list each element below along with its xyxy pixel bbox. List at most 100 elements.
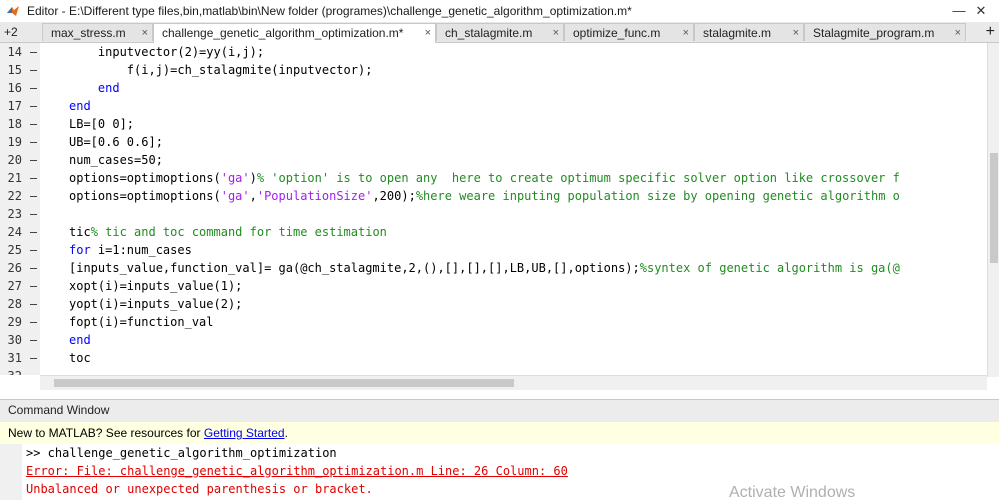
line-number: 32 <box>0 367 22 375</box>
scroll-thumb[interactable] <box>990 153 998 263</box>
tab-label: ch_stalagmite.m <box>445 26 533 40</box>
breakpoint-marker[interactable] <box>30 304 37 305</box>
code-kw: end <box>69 333 91 347</box>
breakpoint-marker[interactable] <box>30 88 37 89</box>
code-line[interactable]: 15 f(i,j)=ch_stalagmite(inputvector); <box>0 61 987 79</box>
code-line[interactable]: 16 end <box>0 79 987 97</box>
breakpoint-marker[interactable] <box>30 358 37 359</box>
code-editor[interactable]: 14 inputvector(2)=yy(i,j); 15 f(i,j)=ch_s… <box>0 43 987 375</box>
line-number: 18 <box>7 117 22 131</box>
code-mid: i=1:num_cases <box>90 243 192 257</box>
code-line[interactable]: 20 num_cases=50; <box>0 151 987 169</box>
tab-ch-stalagmite[interactable]: ch_stalagmite.m × <box>436 23 564 41</box>
info-message: New to MATLAB? See resources for Getting… <box>8 426 288 440</box>
close-tab-icon[interactable]: × <box>553 24 559 42</box>
code-text: for i=1:num_cases <box>69 241 192 259</box>
breakpoint-marker[interactable] <box>30 70 37 71</box>
line-number: 14 <box>7 45 22 59</box>
line-number: 24 <box>7 225 22 239</box>
tab-label: stalagmite.m <box>703 26 772 40</box>
code-mid: , <box>249 189 257 203</box>
code-text: LB=[0 0]; <box>69 115 134 133</box>
title-bar: Editor - E:\Different type files,bin,mat… <box>0 0 999 23</box>
minimize-button[interactable]: — <box>951 3 967 19</box>
code-kw: end <box>97 81 120 95</box>
editor-vertical-scrollbar[interactable] <box>987 43 999 377</box>
command-prompt-line: >> challenge_genetic_algorithm_optimizat… <box>26 446 337 460</box>
breakpoint-marker[interactable] <box>30 340 37 341</box>
info-text: New to MATLAB? See resources for <box>8 426 204 440</box>
breakpoint-marker[interactable] <box>30 124 37 125</box>
code-line[interactable]: 32 <box>0 367 987 375</box>
breakpoint-marker[interactable] <box>30 196 37 197</box>
line-number: 22 <box>7 189 22 203</box>
code-pre <box>69 81 98 95</box>
tab-label: optimize_func.m <box>573 26 661 40</box>
breakpoint-marker[interactable] <box>30 178 37 179</box>
breakpoint-marker[interactable] <box>30 52 37 53</box>
tab-max-stress[interactable]: max_stress.m × <box>42 23 153 41</box>
code-cmt: % tic and toc command for time estimatio… <box>90 225 387 239</box>
line-number: 26 <box>7 261 22 275</box>
close-tab-icon[interactable]: × <box>793 24 799 42</box>
code-str: 'ga' <box>220 189 250 203</box>
code-line[interactable]: 25 for i=1:num_cases <box>0 241 987 259</box>
line-number: 20 <box>7 153 22 167</box>
code-line[interactable]: 19 UB=[0.6 0.6]; <box>0 133 987 151</box>
overflow-tabs-button[interactable]: +2 <box>4 25 18 39</box>
tab-stalagmite-program[interactable]: Stalagmite_program.m × <box>804 23 966 41</box>
code-pre: tic <box>69 225 91 239</box>
breakpoint-marker[interactable] <box>30 214 37 215</box>
code-text: [inputs_value,function_val]= ga(@ch_stal… <box>69 259 900 277</box>
error-message-line: Unbalanced or unexpected parenthesis or … <box>26 482 373 496</box>
close-tab-icon[interactable]: × <box>955 24 961 42</box>
close-tab-icon[interactable]: × <box>683 24 689 42</box>
tab-optimize-func[interactable]: optimize_func.m × <box>564 23 694 41</box>
close-tab-icon[interactable]: × <box>425 24 431 42</box>
code-line[interactable]: 14 inputvector(2)=yy(i,j); <box>0 43 987 61</box>
code-cmt: % 'option' is to open any here to create… <box>256 171 900 185</box>
getting-started-link[interactable]: Getting Started <box>204 426 285 440</box>
breakpoint-marker[interactable] <box>30 322 37 323</box>
code-line[interactable]: 26 [inputs_value,function_val]= ga(@ch_st… <box>0 259 987 277</box>
breakpoint-marker[interactable] <box>30 268 37 269</box>
editor-horizontal-scrollbar[interactable] <box>40 375 987 390</box>
code-line[interactable]: 27 xopt(i)=inputs_value(1); <box>0 277 987 295</box>
code-line[interactable]: 18 LB=[0 0]; <box>0 115 987 133</box>
code-mid: ) <box>249 171 257 185</box>
code-line[interactable]: 22 options=optimoptions('ga','PopulationS… <box>0 187 987 205</box>
close-window-button[interactable]: ✕ <box>973 3 989 19</box>
info-end: . <box>284 426 288 440</box>
code-text: UB=[0.6 0.6]; <box>69 133 163 151</box>
code-line[interactable]: 21 options=optimoptions('ga')% 'option' i… <box>0 169 987 187</box>
code-line[interactable]: 29 fopt(i)=function_val <box>0 313 987 331</box>
line-number: 30 <box>7 333 22 347</box>
code-str2: 'PopulationSize' <box>256 189 373 203</box>
code-kw: end <box>69 99 91 113</box>
code-str: 'ga' <box>220 171 250 185</box>
code-line[interactable]: 31 toc <box>0 349 987 367</box>
code-line[interactable]: 24 tic% tic and toc command for time esti… <box>0 223 987 241</box>
tab-stalagmite[interactable]: stalagmite.m × <box>694 23 804 41</box>
breakpoint-marker[interactable] <box>30 142 37 143</box>
breakpoint-marker[interactable] <box>30 232 37 233</box>
line-number: 27 <box>7 279 22 293</box>
code-line[interactable]: 28 yopt(i)=inputs_value(2); <box>0 295 987 313</box>
code-text: end <box>69 97 91 115</box>
scroll-thumb[interactable] <box>54 379 514 387</box>
breakpoint-marker[interactable] <box>30 106 37 107</box>
breakpoint-marker[interactable] <box>30 286 37 287</box>
code-line[interactable]: 30 end <box>0 331 987 349</box>
tab-challenge-genetic-algorithm[interactable]: challenge_genetic_algorithm_optimization… <box>153 23 436 43</box>
code-cmt: %here weare inputing population size by … <box>415 189 900 203</box>
breakpoint-marker[interactable] <box>30 160 37 161</box>
error-location-line[interactable]: Error: File: challenge_genetic_algorithm… <box>26 462 568 480</box>
code-pre: options=optimoptions( <box>69 189 221 203</box>
add-tab-button[interactable]: + <box>986 22 995 42</box>
close-tab-icon[interactable]: × <box>142 24 148 42</box>
code-pre: xopt(i)=inputs_value(1); <box>69 279 243 293</box>
code-line[interactable]: 23 <box>0 205 987 223</box>
breakpoint-marker[interactable] <box>30 250 37 251</box>
code-line[interactable]: 17 end <box>0 97 987 115</box>
code-text: yopt(i)=inputs_value(2); <box>69 295 242 313</box>
